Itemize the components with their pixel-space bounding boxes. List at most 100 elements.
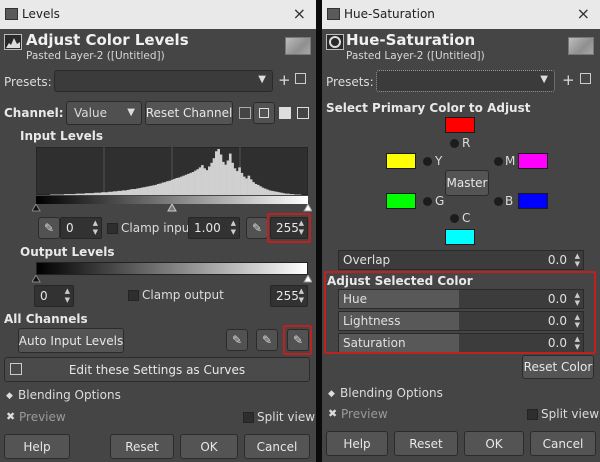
reset-button[interactable]: Reset xyxy=(394,431,458,456)
overlap-slider[interactable]: Overlap 0.0 ▲ ▼ xyxy=(338,250,584,270)
histogram-bar xyxy=(284,193,288,195)
spin-arrows-icon[interactable]: ▲ ▼ xyxy=(231,219,236,237)
hue-slider[interactable]: Hue 0.0 ▲ ▼ xyxy=(338,289,584,309)
output-slider-handles[interactable] xyxy=(32,275,312,283)
add-preset-icon[interactable]: + xyxy=(562,71,575,89)
black-point-picker-icon[interactable]: ✎ xyxy=(38,217,60,239)
histogram-bar xyxy=(96,192,100,195)
input-levels-label: Input Levels xyxy=(20,129,104,143)
saturation-slider[interactable]: Saturation 0.0 ▲ ▼ xyxy=(338,333,584,353)
pick-white-point-icon[interactable]: ✎ xyxy=(287,329,309,351)
presets-label: Presets: xyxy=(4,75,52,89)
clamp-input-checkbox[interactable] xyxy=(107,223,118,234)
histogram-bar xyxy=(168,180,172,195)
channel-label: Channel: xyxy=(4,106,64,120)
histogram-bar xyxy=(126,189,130,195)
input-slider-handles[interactable] xyxy=(32,204,312,212)
reset-channel-button[interactable]: Reset Channel xyxy=(145,101,233,125)
channel-combo-value: Value xyxy=(74,106,107,120)
add-preset-icon[interactable]: + xyxy=(278,71,291,89)
split-view-checkbox[interactable] xyxy=(527,409,538,420)
close-icon[interactable]: × xyxy=(293,4,306,23)
gray-point-picker-icon[interactable]: ✎ xyxy=(246,217,268,239)
linear-histogram-icon[interactable] xyxy=(239,107,251,119)
yellow-label: Y xyxy=(435,154,443,168)
cancel-button[interactable]: Cancel xyxy=(244,434,310,459)
adjust-selected-color-label: Adjust Selected Color xyxy=(327,274,473,288)
histogram-bar xyxy=(115,191,118,195)
histogram-bar xyxy=(89,193,93,195)
blue-swatch[interactable] xyxy=(518,193,548,209)
presets-combo[interactable]: ▼ xyxy=(54,70,273,92)
magenta-radio[interactable] xyxy=(494,157,503,166)
histogram-bar xyxy=(201,165,204,195)
reset-button[interactable]: Reset xyxy=(110,434,174,459)
auto-input-levels-button[interactable]: Auto Input Levels xyxy=(18,328,124,353)
histogram-bar xyxy=(87,193,90,195)
cyan-swatch[interactable] xyxy=(445,229,475,245)
histogram-bar xyxy=(210,162,213,195)
spin-arrows-icon[interactable]: ▲ ▼ xyxy=(65,287,70,305)
presets-combo[interactable]: ▼ xyxy=(376,70,555,92)
histogram-bar xyxy=(224,164,227,195)
red-radio[interactable] xyxy=(450,139,459,148)
histogram-bar xyxy=(196,169,200,195)
histogram-scale-icon[interactable] xyxy=(297,107,309,119)
histogram-bar xyxy=(105,192,109,195)
input-low-spinner[interactable]: 0 ▲ ▼ xyxy=(60,217,102,239)
edit-as-curves-button[interactable]: Edit these Settings as Curves xyxy=(4,357,310,382)
preset-menu-icon[interactable] xyxy=(295,73,306,84)
spin-arrows-icon[interactable]: ▲ ▼ xyxy=(93,219,98,237)
green-swatch[interactable] xyxy=(386,193,416,209)
output-high-spinner[interactable]: 255 ▲ ▼ xyxy=(270,285,308,307)
pick-gray-point-icon[interactable]: ✎ xyxy=(256,329,278,351)
green-radio[interactable] xyxy=(423,197,432,206)
pick-black-point-icon[interactable]: ✎ xyxy=(226,329,248,351)
red-label: R xyxy=(462,136,471,150)
magenta-swatch[interactable] xyxy=(518,153,548,169)
clamp-output-checkbox[interactable] xyxy=(128,290,139,301)
red-swatch[interactable] xyxy=(445,117,475,133)
spin-arrows-icon[interactable]: ▲ ▼ xyxy=(575,252,580,268)
help-button[interactable]: Help xyxy=(326,431,388,456)
spin-arrows-icon[interactable]: ▲ ▼ xyxy=(575,291,580,307)
master-button[interactable]: Master xyxy=(445,170,489,196)
spin-arrows-icon[interactable]: ▲ ▼ xyxy=(299,219,304,237)
histogram-view-icon[interactable] xyxy=(279,107,291,119)
preset-menu-icon[interactable] xyxy=(580,73,591,84)
blue-radio[interactable] xyxy=(494,197,503,206)
histogram-bar xyxy=(275,191,279,195)
cancel-button[interactable]: Cancel xyxy=(530,431,596,456)
channel-combo[interactable]: Value ▼ xyxy=(66,101,142,125)
spin-arrows-icon[interactable]: ▲ ▼ xyxy=(299,287,304,305)
histogram-bar xyxy=(80,193,83,195)
preview-checkbox-icon[interactable]: ✖ xyxy=(328,407,337,420)
histogram xyxy=(36,147,308,195)
spin-arrows-icon[interactable]: ▲ ▼ xyxy=(575,335,580,351)
expander-arrow-icon[interactable]: ◆ xyxy=(328,389,335,399)
log-histogram-icon[interactable] xyxy=(253,102,275,124)
output-low-spinner[interactable]: 0 ▲ ▼ xyxy=(34,285,74,307)
blending-options-expander[interactable]: Blending Options xyxy=(18,388,121,402)
reset-color-button[interactable]: Reset Color xyxy=(522,355,594,379)
spin-arrows-icon[interactable]: ▲ ▼ xyxy=(575,313,580,329)
preview-checkbox-icon[interactable]: ✖ xyxy=(6,410,15,423)
histogram-bar xyxy=(242,176,246,195)
input-high-spinner[interactable]: 255 ▲ ▼ xyxy=(270,217,308,239)
cyan-radio[interactable] xyxy=(450,214,459,223)
yellow-radio[interactable] xyxy=(423,157,432,166)
lightness-slider[interactable]: Lightness 0.0 ▲ ▼ xyxy=(338,311,584,331)
close-icon[interactable]: × xyxy=(577,4,590,23)
ok-button[interactable]: OK xyxy=(464,431,524,456)
expander-arrow-icon[interactable]: ◆ xyxy=(6,391,13,401)
help-button[interactable]: Help xyxy=(4,434,70,459)
ok-button[interactable]: OK xyxy=(180,434,238,459)
all-channels-label: All Channels xyxy=(4,312,88,326)
yellow-swatch[interactable] xyxy=(386,153,416,169)
histogram-bar xyxy=(277,192,281,195)
histogram-bar xyxy=(75,193,79,195)
cyan-label: C xyxy=(462,211,471,225)
gamma-spinner[interactable]: 1.00 ▲ ▼ xyxy=(188,217,240,239)
split-view-checkbox[interactable] xyxy=(243,412,254,423)
blending-options-expander[interactable]: Blending Options xyxy=(340,386,443,400)
